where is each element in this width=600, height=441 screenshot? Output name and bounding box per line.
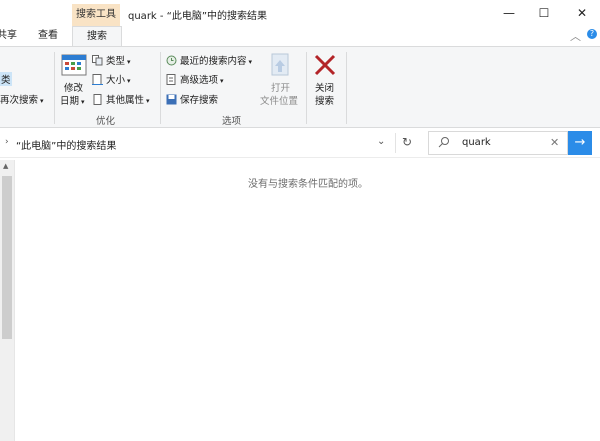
window-title: quark - “此电脑”中的搜索结果 (128, 11, 268, 22)
search-icon (438, 136, 450, 151)
address-dropdown-chevron-icon[interactable]: ⌄ (377, 136, 385, 147)
empty-results-message: 没有与搜索条件匹配的项。 (248, 179, 368, 190)
search-again-label: 再次搜索 (0, 95, 39, 106)
advanced-options-icon (166, 73, 177, 88)
content-divider (0, 157, 600, 158)
advanced-options-button[interactable]: 高级选项 ▾ (166, 72, 224, 88)
search-go-button[interactable]: → (568, 131, 592, 155)
kind-icon (92, 54, 103, 69)
other-properties-label: 其他属性 (106, 95, 145, 106)
close-icon: ✕ (576, 6, 588, 20)
tab-view-label: 查看 (38, 30, 58, 41)
breadcrumb-chevron-icon[interactable]: › (5, 137, 9, 147)
maximize-button[interactable]: ☐ (525, 0, 563, 26)
recent-searches-button[interactable]: 最近的搜索内容 ▾ (166, 53, 252, 69)
kind-label: 类型 (106, 56, 126, 67)
advanced-options-label: 高级选项 (180, 75, 219, 86)
ribbon (0, 46, 600, 128)
size-icon (92, 73, 103, 88)
other-properties-button[interactable]: 其他属性 ▾ (92, 92, 150, 108)
size-label: 大小 (106, 75, 126, 86)
search-input[interactable]: quark (462, 137, 491, 148)
clear-search-icon[interactable]: ✕ (550, 136, 559, 149)
ribbon-separator (346, 52, 347, 124)
options-group-label: 选项 (222, 116, 242, 127)
scrollbar-thumb[interactable] (2, 176, 12, 339)
tab-search[interactable]: 搜索 (72, 26, 122, 46)
close-search-icon[interactable] (313, 53, 337, 77)
close-button[interactable]: ✕ (563, 0, 600, 26)
save-search-button[interactable]: 保存搜索 (166, 92, 218, 108)
recent-searches-icon (166, 55, 177, 69)
modify-date-label-2: 日期 (60, 96, 80, 107)
kind-partial-label: 类 (1, 75, 11, 86)
minimize-button[interactable]: — (490, 0, 528, 26)
ribbon-separator (306, 52, 307, 124)
properties-icon (92, 93, 103, 108)
maximize-icon: ☐ (538, 6, 550, 20)
help-icon[interactable]: ? (587, 29, 597, 39)
tab-share[interactable]: 共享 (0, 26, 19, 46)
minimize-icon: — (503, 6, 515, 20)
modify-date-label-1[interactable]: 修改 (64, 80, 83, 94)
collapse-ribbon-icon[interactable]: ︿ (570, 28, 581, 44)
open-location-label-2: 文件位置 (260, 96, 299, 107)
size-button[interactable]: 大小 ▾ (92, 72, 131, 88)
save-icon (166, 94, 177, 108)
optimize-group-label: 优化 (96, 116, 116, 127)
close-search-label-2[interactable]: 搜索 (315, 93, 334, 107)
save-search-label: 保存搜索 (180, 95, 219, 106)
refresh-icon[interactable]: ↻ (402, 135, 412, 149)
refine-kind-partial[interactable]: 类 (0, 72, 12, 86)
tab-view[interactable]: 查看 (38, 26, 58, 46)
pane-divider (14, 160, 15, 441)
open-location-icon (268, 52, 294, 78)
breadcrumb[interactable]: “此电脑”中的搜索结果 (16, 137, 116, 152)
close-search-label-1[interactable]: 关闭 (315, 80, 334, 94)
recent-searches-label: 最近的搜索内容 (180, 56, 247, 67)
arrow-right-icon: → (574, 135, 586, 150)
modify-date-button[interactable]: 日期 ▾ (60, 93, 85, 107)
ribbon-separator (160, 52, 161, 124)
search-tools-context-tab: 搜索工具 (72, 4, 120, 26)
scroll-up-icon[interactable]: ▲ (3, 162, 8, 170)
address-divider (395, 133, 396, 153)
calendar-icon (60, 52, 88, 78)
kind-button[interactable]: 类型 ▾ (92, 53, 131, 69)
search-tools-label: 搜索工具 (76, 9, 116, 20)
tab-search-label: 搜索 (87, 31, 107, 42)
tab-share-label: 共享 (0, 30, 17, 41)
open-location-label-1: 打开 (271, 83, 291, 94)
ribbon-separator (54, 52, 55, 124)
search-again-button[interactable]: 再次搜索 ▾ (0, 92, 44, 106)
